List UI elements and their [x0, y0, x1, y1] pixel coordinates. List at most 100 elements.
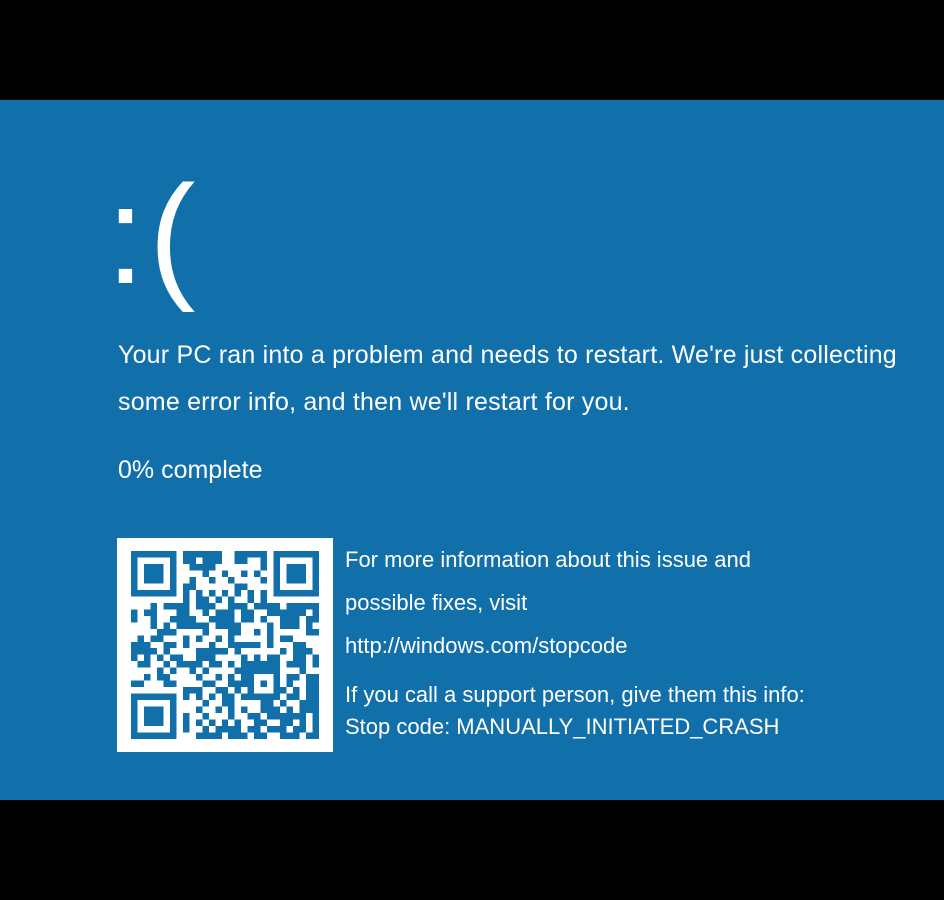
qr-module	[215, 609, 222, 616]
qr-module	[150, 570, 157, 577]
qr-module	[182, 687, 190, 694]
qr-module	[228, 609, 235, 616]
qr-module	[312, 583, 319, 590]
qr-module	[182, 726, 190, 733]
qr-module	[195, 551, 203, 558]
qr-module	[143, 551, 151, 558]
qr-module	[221, 615, 229, 623]
qr-module	[312, 589, 319, 597]
qr-module	[202, 622, 209, 629]
qr-module	[234, 732, 242, 739]
qr-module	[202, 602, 209, 610]
qr-module	[299, 713, 307, 720]
qr-module	[312, 680, 319, 688]
qr-module	[195, 674, 203, 681]
qr-module	[131, 726, 138, 733]
qr-module	[202, 713, 209, 720]
qr-module	[202, 628, 209, 636]
qr-module	[286, 622, 294, 629]
qr-module	[273, 609, 281, 616]
qr-module	[299, 648, 307, 655]
qr-module	[312, 557, 319, 564]
qr-module	[150, 693, 157, 701]
qr-module	[273, 713, 281, 720]
qr-module	[234, 622, 242, 629]
qr-module	[208, 693, 216, 701]
qr-module	[254, 713, 261, 720]
qr-module	[221, 622, 229, 629]
qr-module	[215, 557, 222, 564]
qr-module	[293, 622, 300, 629]
qr-module	[137, 635, 144, 642]
qr-module	[273, 570, 281, 577]
qr-module	[202, 654, 209, 662]
qr-module	[143, 732, 151, 739]
qr-module	[143, 661, 151, 668]
qr-module	[273, 583, 281, 590]
qr-module	[208, 648, 216, 655]
qr-module	[280, 726, 287, 733]
qr-module	[156, 635, 164, 642]
qr-module	[234, 628, 242, 636]
qr-module	[286, 609, 294, 616]
qr-module	[131, 615, 138, 623]
qr-module	[260, 700, 268, 707]
qr-module	[176, 661, 183, 668]
qr-module	[221, 726, 229, 733]
qr-module	[189, 661, 196, 668]
qr-module	[247, 667, 255, 675]
qr-module	[131, 732, 138, 739]
qr-module	[234, 719, 242, 727]
qr-module	[299, 726, 307, 733]
qr-module	[312, 563, 319, 571]
qr-module	[195, 654, 203, 662]
qr-module	[131, 563, 138, 571]
qr-module	[189, 563, 196, 571]
qr-module	[221, 589, 229, 597]
qr-module	[312, 726, 319, 733]
qr-module	[182, 622, 190, 629]
qr-module	[306, 700, 313, 707]
qr-module	[228, 732, 235, 739]
qr-module	[131, 609, 138, 616]
qr-module	[273, 602, 281, 610]
qr-module	[299, 563, 307, 571]
qr-module	[280, 719, 287, 727]
qr-module	[156, 570, 164, 577]
qr-module	[195, 687, 203, 694]
qr-module	[293, 551, 300, 558]
qr-module	[293, 713, 300, 720]
qr-module	[234, 680, 242, 688]
qr-module	[260, 661, 268, 668]
qr-module	[189, 687, 196, 694]
qr-module	[293, 589, 300, 597]
qr-module	[299, 551, 307, 558]
qr-module	[215, 615, 222, 623]
stopcode-url-link[interactable]: http://windows.com/stopcode	[345, 624, 925, 667]
qr-module	[254, 654, 261, 662]
qr-module	[312, 654, 319, 662]
qr-module	[143, 570, 151, 577]
qr-module	[234, 583, 242, 590]
qr-module	[221, 570, 229, 577]
qr-module	[208, 661, 216, 668]
qr-module	[137, 589, 144, 597]
qr-module	[241, 557, 248, 564]
qr-module	[306, 615, 313, 623]
qr-module	[306, 551, 313, 558]
qr-module	[163, 622, 170, 629]
qr-module	[273, 576, 281, 584]
qr-module	[254, 602, 261, 610]
qr-module	[273, 706, 281, 714]
qr-code-icon	[117, 538, 333, 752]
qr-module	[143, 589, 151, 597]
qr-module	[247, 615, 255, 623]
qr-module	[299, 589, 307, 597]
qr-module	[273, 654, 281, 662]
qr-module	[221, 719, 229, 727]
qr-module	[169, 641, 177, 649]
qr-module	[143, 713, 151, 720]
qr-module	[182, 661, 190, 668]
qr-module	[143, 654, 151, 662]
qr-module	[215, 706, 222, 714]
